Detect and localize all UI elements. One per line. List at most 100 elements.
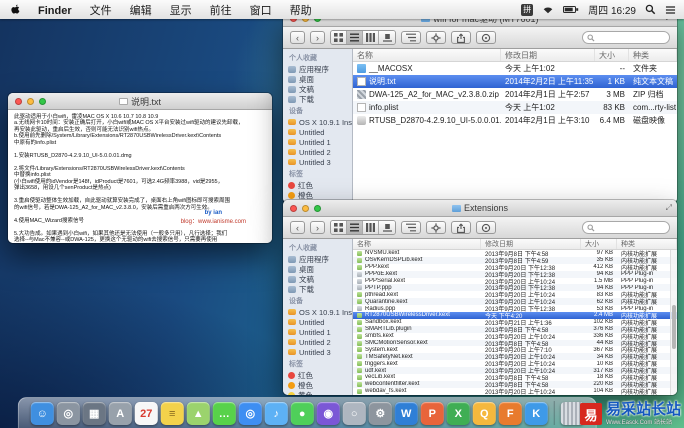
sidebar-device-1[interactable]: Untitled xyxy=(283,127,352,137)
back-button[interactable]: ‹ xyxy=(290,31,305,44)
scrollbar[interactable] xyxy=(670,250,677,395)
close-button[interactable] xyxy=(15,97,22,105)
menu-item-2[interactable]: 编辑 xyxy=(121,5,161,17)
search-field[interactable] xyxy=(582,31,670,44)
file-row-rtusb-d2870-4-2-9-10-ui-5-0-0-01-dmg[interactable]: RTUSB_D2870-4.2.9.10_UI-5.0.0.01.dmg 201… xyxy=(353,114,677,127)
minimize-button[interactable] xyxy=(27,97,34,105)
column-header-kind[interactable]: 种类 xyxy=(629,49,677,61)
menu-item-1[interactable]: 文件 xyxy=(81,5,121,17)
sidebar-device-2[interactable]: Untitled 1 xyxy=(283,137,352,147)
sidebar-tag[interactable]: 橙色 xyxy=(283,380,352,390)
sidebar-device-2[interactable]: Untitled 1 xyxy=(283,327,352,337)
dock-icon-maps[interactable]: ▲ xyxy=(186,402,210,425)
wifi-icon[interactable] xyxy=(542,5,554,14)
dock-icon-wps-spreadsheets[interactable]: X xyxy=(446,402,470,425)
file-row--txt[interactable]: 说明.txt 2014年2月2日 上午11:35 1 KB 纯文本文稿 xyxy=(353,75,677,88)
column-view-button[interactable] xyxy=(363,31,379,44)
zoom-button[interactable] xyxy=(39,97,46,105)
column-view-button[interactable] xyxy=(363,221,379,234)
spotlight-icon[interactable] xyxy=(645,4,656,15)
file-row-info-plist[interactable]: info.plist 今天 上午1:02 83 KB com...rty-lis… xyxy=(353,101,677,114)
dock-icon-mission-control[interactable]: ▦ xyxy=(82,402,106,425)
sidebar-item-2[interactable]: 文稿 xyxy=(283,84,352,94)
column-header-size[interactable]: 大小 xyxy=(581,239,617,249)
search-field[interactable] xyxy=(582,221,670,234)
column-header-date[interactable]: 修改日期 xyxy=(501,49,595,61)
sidebar-item-3[interactable]: 下载 xyxy=(283,94,352,104)
sidebar-item-2[interactable]: 文稿 xyxy=(283,274,352,284)
dock-icon-facetime[interactable]: ● xyxy=(290,402,314,425)
sidebar-item-0[interactable]: 应用程序 xyxy=(283,254,352,264)
sidebar-device-4[interactable]: Untitled 3 xyxy=(283,347,352,357)
dock-icon-itunes[interactable]: ♪ xyxy=(264,402,288,425)
dock-icon-photo-booth[interactable]: ◉ xyxy=(316,402,340,425)
column-header-size[interactable]: 大小 xyxy=(595,49,629,61)
tags-button[interactable] xyxy=(476,221,496,234)
forward-button[interactable]: › xyxy=(310,221,325,234)
menu-item-5[interactable]: 窗口 xyxy=(241,5,281,17)
menu-clock[interactable]: 周四 16:29 xyxy=(588,2,636,17)
coverflow-view-button[interactable] xyxy=(379,221,395,234)
sidebar-tag[interactable]: 红色 xyxy=(283,180,352,190)
battery-icon[interactable] xyxy=(563,5,579,14)
column-header-date[interactable]: 修改日期 xyxy=(481,239,581,249)
icon-view-button[interactable] xyxy=(331,31,347,44)
minimize-button[interactable] xyxy=(302,204,309,212)
zoom-button[interactable] xyxy=(314,204,321,212)
sidebar-device-0[interactable]: OS X 10.9.1 Install xyxy=(283,117,352,127)
column-header-kind[interactable]: 种类 xyxy=(617,239,677,249)
file-row-webdav-fs-kext[interactable]: webdav_fs.kext 2013年9月20日 上午10:24 104 KB… xyxy=(353,388,677,395)
forward-button[interactable]: › xyxy=(310,31,325,44)
fullscreen-icon[interactable]: ⤢ xyxy=(666,203,672,213)
notification-center-icon[interactable] xyxy=(665,5,676,15)
sidebar-tag[interactable]: 红色 xyxy=(283,370,352,380)
dock-icon-safari[interactable]: ◎ xyxy=(238,402,262,425)
share-button[interactable] xyxy=(451,31,471,44)
sidebar-device-1[interactable]: Untitled xyxy=(283,317,352,327)
dock-icon-launchpad[interactable]: ◎ xyxy=(56,402,80,425)
arrange-button[interactable] xyxy=(401,221,421,234)
dock-icon-preview[interactable]: ○ xyxy=(342,402,366,425)
dock-icon-messages[interactable]: … xyxy=(212,402,236,425)
dock-icon-system-preferences[interactable]: ⚙ xyxy=(368,402,392,425)
dock-icon-calendar[interactable]: 27 xyxy=(134,402,158,425)
sidebar-item-1[interactable]: 桌面 xyxy=(283,74,352,84)
dock-icon-wps-writer[interactable]: W xyxy=(394,402,418,425)
back-button[interactable]: ‹ xyxy=(290,221,305,234)
list-view-button[interactable] xyxy=(347,221,363,234)
arrange-button[interactable] xyxy=(401,31,421,44)
dock-icon-wps-presentation[interactable]: P xyxy=(420,402,444,425)
list-view-button[interactable] xyxy=(347,31,363,44)
file-row-dwa-125-a2-for-mac-v2-3-8-0-zip[interactable]: DWA-125_A2_for_MAC_v2.3.8.0.zip 2014年2月1… xyxy=(353,88,677,101)
dock-icon-qq[interactable]: Q xyxy=(472,402,496,425)
sidebar-device-4[interactable]: Untitled 3 xyxy=(283,157,352,167)
apple-menu-icon[interactable] xyxy=(8,3,29,16)
sidebar-item-0[interactable]: 应用程序 xyxy=(283,64,352,74)
dock-icon-firefox[interactable]: F xyxy=(498,402,522,425)
sidebar-item-3[interactable]: 下载 xyxy=(283,284,352,294)
sidebar-device-3[interactable]: Untitled 2 xyxy=(283,147,352,157)
dock-icon-keynote[interactable]: K xyxy=(524,402,548,425)
sidebar-device-0[interactable]: OS X 10.9.1 Install xyxy=(283,307,352,317)
scrollbar-thumb[interactable] xyxy=(672,305,676,349)
finder2-titlebar[interactable]: Extensions ⤢ xyxy=(283,200,677,217)
input-method-icon[interactable]: 拼 xyxy=(521,3,534,16)
menu-item-6[interactable]: 帮助 xyxy=(281,5,321,17)
file-row--macosx[interactable]: __MACOSX 今天 上午1:02 -- 文件夹 xyxy=(353,62,677,75)
document-body[interactable]: 此驱动适用于小白wifi，雷凌MAC OS X 10.6 10.7 10.8 1… xyxy=(8,110,272,243)
sidebar-tag[interactable]: 黄色 xyxy=(283,390,352,395)
sidebar-item-1[interactable]: 桌面 xyxy=(283,264,352,274)
menu-item-4[interactable]: 前往 xyxy=(201,5,241,17)
dock-icon-notes[interactable]: ≡ xyxy=(160,402,184,425)
column-header-name[interactable]: 名称 xyxy=(353,49,501,61)
sidebar-tag[interactable]: 橙色 xyxy=(283,190,352,200)
action-button[interactable] xyxy=(426,221,446,234)
menu-item-3[interactable]: 显示 xyxy=(161,5,201,17)
close-button[interactable] xyxy=(290,204,297,212)
column-header-name[interactable]: 名称 xyxy=(353,239,481,249)
share-button[interactable] xyxy=(451,221,471,234)
dock-icon-finder[interactable]: ☺ xyxy=(30,402,54,425)
action-button[interactable] xyxy=(426,31,446,44)
sidebar-device-3[interactable]: Untitled 2 xyxy=(283,337,352,347)
menu-item-0[interactable]: Finder xyxy=(29,5,81,17)
